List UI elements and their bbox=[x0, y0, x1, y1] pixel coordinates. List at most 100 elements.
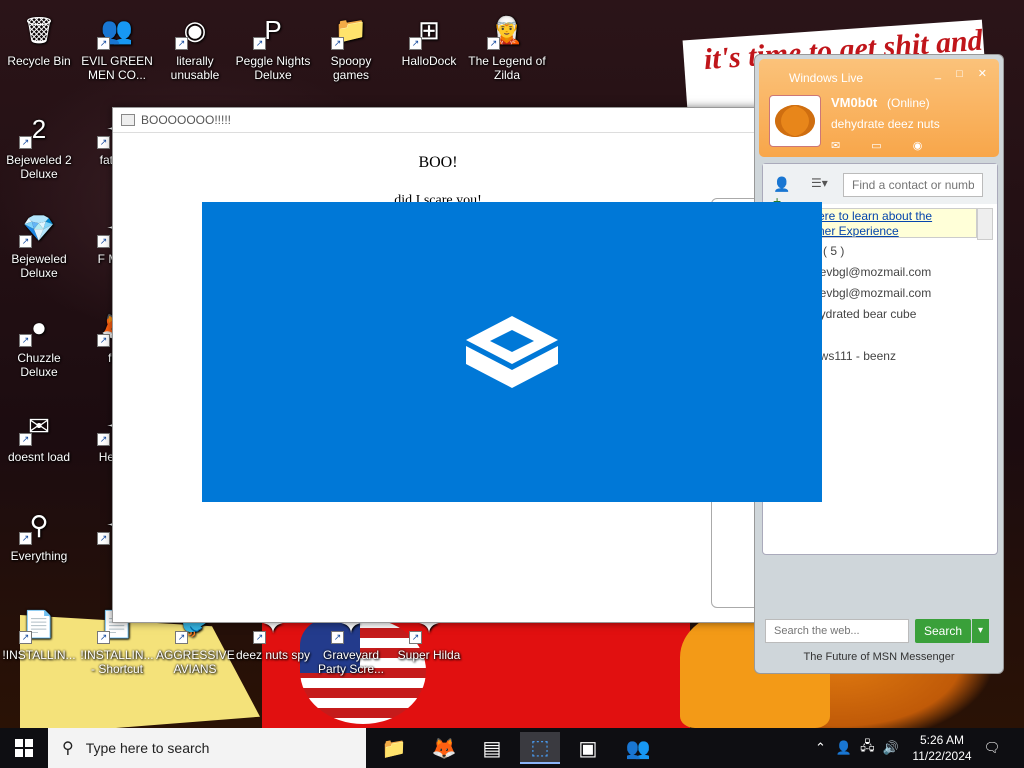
personal-message[interactable]: dehydrate deez nuts bbox=[831, 117, 940, 131]
sandbox-icon[interactable]: ⬚ bbox=[520, 732, 560, 764]
bejeweled-2-icon: 2 ↗ bbox=[19, 109, 59, 149]
shortcut-arrow-icon: ↗ bbox=[409, 631, 422, 644]
desktop-icon-label: The Legend of Zilda bbox=[468, 54, 546, 82]
network-icon[interactable]: 🖧 bbox=[860, 737, 875, 759]
desktop-icon[interactable]: 2 ↗ Bejeweled 2 Deluxe bbox=[0, 103, 78, 181]
desktop-icon-label: Peggle Nights Deluxe bbox=[235, 54, 311, 82]
search-icon: ⚲ bbox=[62, 740, 74, 757]
msn-tray-icon[interactable]: 👤 bbox=[836, 740, 852, 756]
find-contact-input[interactable] bbox=[843, 173, 983, 197]
windows-logo-icon: ⊞ ↗ bbox=[409, 10, 449, 50]
shortcut-arrow-icon: ↗ bbox=[409, 37, 422, 50]
desktop-icon[interactable]: 🗑 Recycle Bin bbox=[0, 4, 78, 68]
window-icon bbox=[121, 114, 135, 126]
shortcut-arrow-icon: ↗ bbox=[97, 136, 110, 149]
search-placeholder: Type here to search bbox=[85, 740, 210, 756]
desktop-icon[interactable]: 👥 ↗ EVIL GREEN MEN CO... bbox=[78, 4, 156, 82]
contact-item[interactable]: ows111 - beenz bbox=[813, 349, 896, 363]
pumpkin-avatar-image bbox=[775, 105, 815, 137]
search-dropdown-button[interactable]: ▾ bbox=[972, 619, 989, 643]
desktop-icon-label: doesnt load bbox=[7, 450, 71, 464]
desktop-icon[interactable]: ◉ ↗ literally unusable bbox=[156, 4, 234, 82]
desktop-icon-label: Spoopy games bbox=[330, 54, 372, 82]
shortcut-arrow-icon: ↗ bbox=[331, 37, 344, 50]
ad-line[interactable]: ere to learn about the bbox=[818, 209, 976, 224]
msn-header: Windows Live _ □ ✕ VM0b0t (Online) dehyd… bbox=[759, 59, 999, 157]
firefox-icon[interactable]: 🦊 bbox=[424, 732, 464, 764]
clock[interactable]: 5:26 AM 11/22/2024 bbox=[912, 732, 972, 764]
shortcut-arrow-icon: ↗ bbox=[19, 235, 32, 248]
ad-line[interactable]: ner Experience bbox=[818, 224, 976, 237]
taskbar-search-box[interactable]: ⚲ Type here to search bbox=[48, 728, 366, 768]
shortcut-arrow-icon: ↗ bbox=[175, 631, 188, 644]
desktop-icon-label: literally unusable bbox=[170, 54, 220, 82]
window-app-icon[interactable]: ▣ bbox=[568, 732, 608, 764]
start-button[interactable] bbox=[0, 728, 48, 768]
desktop-icon-label: HalloDock bbox=[401, 54, 457, 68]
window-controls[interactable]: _ □ ✕ bbox=[935, 67, 993, 80]
chuzzle-icon: ● ↗ bbox=[19, 307, 59, 347]
notification-icon[interactable]: 🗨 bbox=[982, 728, 1002, 768]
desktop-icon-label: Graveyard Party Scre... bbox=[317, 648, 385, 676]
ad-scrollbar[interactable] bbox=[977, 208, 993, 240]
desktop-icon-label: Recycle Bin bbox=[7, 54, 71, 68]
list-options-icon[interactable]: ☰▾ bbox=[811, 176, 828, 190]
shortcut-arrow-icon: ↗ bbox=[19, 433, 32, 446]
file-explorer-icon[interactable]: 📁 bbox=[374, 732, 414, 764]
volume-icon[interactable]: 🔊 bbox=[883, 740, 899, 756]
shortcut-arrow-icon: ↗ bbox=[19, 334, 32, 347]
status-badge[interactable]: (Online) bbox=[887, 96, 930, 110]
zelda-character-icon: 🧝 ↗ bbox=[487, 10, 527, 50]
shortcut-arrow-icon: ↗ bbox=[97, 235, 110, 248]
magnifier-icon: ⚲ ↗ bbox=[19, 505, 59, 545]
peggle-icon: P ↗ bbox=[253, 10, 293, 50]
popup-title: BOOOOOOO!!!!! bbox=[141, 113, 232, 127]
add-contact-icon[interactable]: 👤+ bbox=[773, 176, 795, 209]
text-file-icon: 📄 ↗ bbox=[19, 604, 59, 644]
clock-time: 5:26 AM bbox=[919, 733, 965, 747]
app-stack-icon[interactable]: ▤ bbox=[472, 732, 512, 764]
shortcut-arrow-icon: ↗ bbox=[487, 37, 500, 50]
desktop-icon-label: Everything bbox=[10, 549, 68, 563]
recycle-bin-icon: 🗑 bbox=[22, 15, 56, 45]
shortcut-arrow-icon: ↗ bbox=[97, 532, 110, 545]
desktop-icon[interactable]: ● ↗ Chuzzle Deluxe bbox=[0, 301, 78, 379]
header-shortcut-icons[interactable]: ✉ ▭ ◉ bbox=[831, 139, 936, 152]
desktop-icon[interactable]: 💎 ↗ Bejeweled Deluxe bbox=[0, 202, 78, 280]
desktop-icon-label: Bejeweled 2 Deluxe bbox=[6, 153, 72, 181]
avatar[interactable] bbox=[769, 95, 821, 147]
msn-window-title: Windows Live bbox=[789, 71, 864, 85]
desktop-icon-label: AGGRESSIVE AVIANS bbox=[156, 648, 235, 676]
shortcut-arrow-icon: ↗ bbox=[253, 631, 266, 644]
taskbar: ⚲ Type here to search 📁 🦊 ▤ ⬚ ▣ 👥 ⌃ 👤 🖧 🔊 5:2… bbox=[0, 728, 1024, 768]
msn-people-icon: 👥 ↗ bbox=[97, 10, 137, 50]
shortcut-arrow-icon: ↗ bbox=[253, 37, 266, 50]
web-search-button[interactable]: Search bbox=[915, 619, 971, 643]
contact-item[interactable]: qevbgl@mozmail.com bbox=[813, 286, 931, 300]
username[interactable]: VM0b0t bbox=[831, 95, 877, 110]
tray-icons[interactable]: ⌃ 👤 🖧 🔊 bbox=[815, 728, 899, 768]
clock-date: 11/22/2024 bbox=[912, 749, 972, 763]
desktop-icon[interactable]: ⊞ ↗ HalloDock bbox=[390, 4, 468, 68]
thunderbird-icon: ✉ ↗ bbox=[19, 406, 59, 446]
desktop-icon[interactable]: 🧝 ↗ The Legend of Zilda bbox=[468, 4, 546, 82]
shortcut-arrow-icon: ↗ bbox=[97, 37, 110, 50]
desktop-icon-label: EVIL GREEN MEN CO... bbox=[81, 54, 153, 82]
desktop-icon-label: Chuzzle Deluxe bbox=[17, 351, 61, 379]
chevron-up-icon[interactable]: ⌃ bbox=[815, 740, 826, 756]
desktop-icon[interactable]: P ↗ Peggle Nights Deluxe bbox=[234, 4, 312, 82]
contact-item[interactable]: qevbgl@mozmail.com bbox=[813, 265, 931, 279]
msn-footer-text: The Future of MSN Messenger bbox=[803, 651, 955, 663]
desktop-icon-label: Super Hilda bbox=[397, 648, 461, 662]
desktop-icon[interactable]: ✉ ↗ doesnt load bbox=[0, 400, 78, 464]
windows-logo-icon bbox=[15, 739, 33, 757]
contact-item[interactable]: hydrated bear cube bbox=[813, 307, 916, 321]
msn-messenger-icon[interactable]: 👥 bbox=[618, 732, 658, 764]
desktop-icon[interactable]: ⚲ ↗ Everything bbox=[0, 499, 78, 563]
desktop-icon-label: !INSTALLIN... - Shortcut bbox=[80, 648, 154, 676]
desktop-icon[interactable]: 📁 ↗ Spoopy games bbox=[312, 4, 390, 82]
popup-titlebar[interactable]: BOOOOOOO!!!!! bbox=[113, 108, 763, 133]
desktop-icon[interactable]: 📄 ↗ !INSTALLIN... bbox=[0, 598, 78, 662]
web-search-input[interactable] bbox=[765, 619, 909, 643]
desktop: it's time to get shit and 🗑 Recycle Bin 👥 ↗… bbox=[0, 0, 1024, 728]
